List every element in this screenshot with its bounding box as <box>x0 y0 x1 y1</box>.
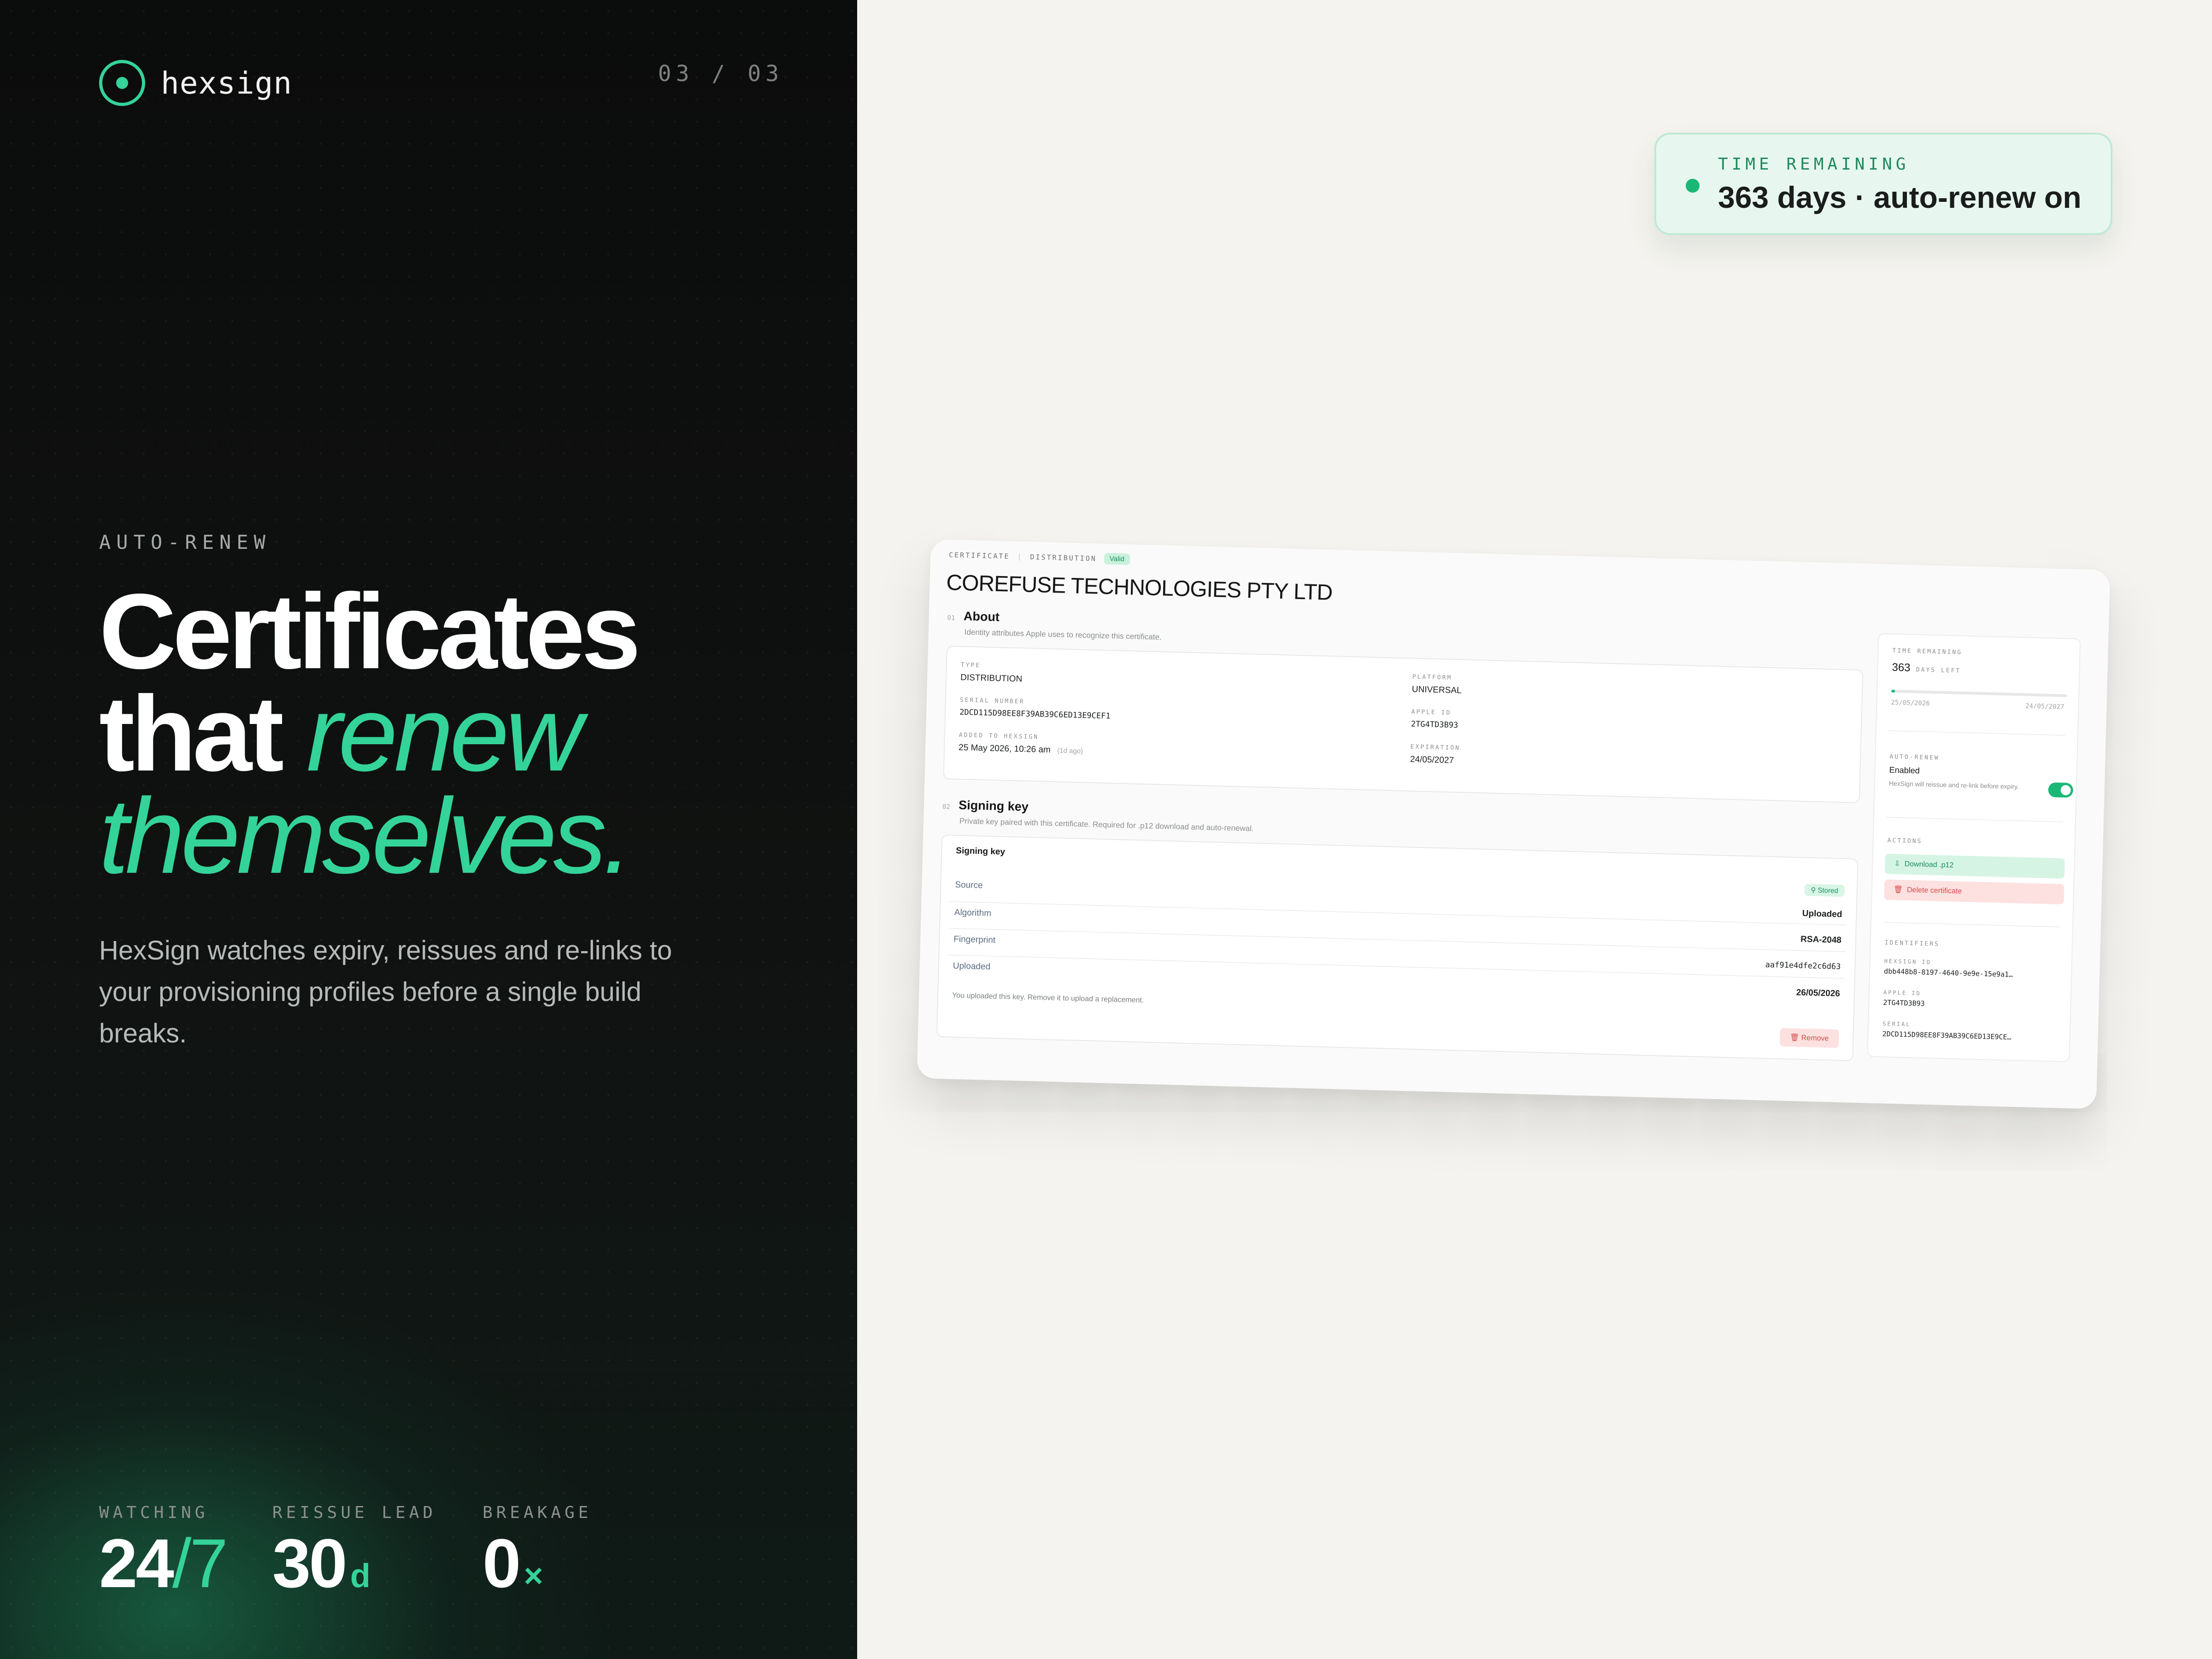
added-value: 25 May 2026, 10:26 am <box>958 742 1051 755</box>
divider <box>1883 922 2060 928</box>
pill-value: 363 days · auto-renew on <box>1718 180 2082 214</box>
stat-suffix: × <box>524 1558 543 1594</box>
days-left-value: 363 <box>1892 661 1911 674</box>
row-key-fingerprint: Fingerprint <box>953 934 996 945</box>
end-date: 24/05/2027 <box>2025 702 2065 711</box>
stat-label: WATCHING <box>99 1503 209 1522</box>
stat-value: 30 <box>272 1524 347 1602</box>
days-left-suffix: DAYS LEFT <box>1916 666 1961 675</box>
expiration-value: 24/05/2027 <box>1410 754 1454 765</box>
headline-accent: renew <box>306 674 583 794</box>
download-p12-button[interactable]: ⇩ Download .p12 <box>1884 853 2065 879</box>
hexsign-id-label: HEXSIGN ID <box>1884 958 1932 966</box>
divider <box>1888 730 2065 736</box>
auto-renew-description: HexSign will reissue and re-link before … <box>1888 779 2019 790</box>
delete-certificate-button[interactable]: 🗑 Delete certificate <box>1884 879 2065 905</box>
section-description: Identity attributes Apple uses to recogn… <box>964 627 1162 642</box>
apple-id-label: APPLE ID <box>1411 708 1452 717</box>
hero-panel: hexsign 03 / 03 AUTO-RENEW Certificates … <box>0 0 857 1659</box>
platform-value: UNIVERSAL <box>1412 684 1462 696</box>
section-number: 02 <box>942 803 950 811</box>
auto-renew-state: Enabled <box>1889 765 1920 776</box>
auto-renew-label: AUTO-RENEW <box>1889 753 1940 762</box>
about-section-header: 01 About <box>947 609 1000 624</box>
signing-key-title: Signing key <box>956 846 1006 857</box>
stat-label: BREAKAGE <box>482 1503 592 1522</box>
serial-label: SERIAL <box>1883 1020 1911 1028</box>
identifiers-label: IDENTIFIERS <box>1884 939 1940 948</box>
about-details: TYPE DISTRIBUTION SERIAL NUMBER 2DCD115D… <box>943 645 1864 803</box>
start-date: 25/05/2026 <box>1891 699 1930 707</box>
row-value-algorithm: RSA-2048 <box>1800 934 1842 946</box>
row-key-uploaded: Uploaded <box>953 961 991 972</box>
signing-key-box: Signing key ⚲ Stored Source Uploaded Alg… <box>936 834 1859 1061</box>
auto-renew-toggle[interactable] <box>2048 782 2073 798</box>
stat-suffix: d <box>350 1558 371 1594</box>
breadcrumb-separator: | <box>1017 552 1023 561</box>
time-progress-fill <box>1891 689 1895 693</box>
headline-line-1: Certificates <box>99 572 641 691</box>
hexsign-logo-icon <box>99 60 145 106</box>
section-title: Signing key <box>958 798 1029 814</box>
status-dot-icon <box>1686 179 1700 193</box>
stat-value: 24 <box>99 1524 174 1602</box>
breadcrumb-certificate[interactable]: CERTIFICATE <box>949 551 1010 560</box>
apple-id-value: 2TG4TD3B93 <box>1883 998 1925 1008</box>
stat-breakage: BREAKAGE 0 × <box>482 1503 592 1611</box>
time-remaining-label: TIME REMAINING <box>1892 647 1963 656</box>
remove-key-button[interactable]: 🗑 Remove <box>1779 1028 1839 1048</box>
headline: Certificates that renew themselves. <box>99 572 641 896</box>
time-remaining-pill: TIME REMAINING 363 days · auto-renew on <box>1654 133 2112 235</box>
added-ago: (1d ago) <box>1057 747 1083 755</box>
pill-label: TIME REMAINING <box>1718 155 1910 174</box>
page-title: COREFUSE TECHNOLOGIES PTY LTD <box>946 570 1333 605</box>
time-progress-bar <box>1891 689 2068 697</box>
signing-note: You uploaded this key. Remove it to uplo… <box>952 991 1144 1005</box>
headline-line-3: themselves. <box>99 777 633 896</box>
signing-section-header: 02 Signing key <box>942 798 1029 814</box>
apple-id-value: 2TG4TD3B93 <box>1411 719 1459 730</box>
divider <box>950 901 1847 926</box>
row-value-source: Uploaded <box>1802 908 1842 920</box>
row-key-source: Source <box>955 880 983 891</box>
certificate-card: CERTIFICATE | DISTRIBUTION Valid COREFUS… <box>917 539 2111 1109</box>
divider <box>1886 817 2063 823</box>
serial-value: 2DCD115D98EE8F39AB39C6ED13E9CE… <box>1882 1030 2012 1041</box>
platform-label: PLATFORM <box>1412 673 1453 682</box>
section-description: Private key paired with this certificate… <box>959 816 1254 833</box>
row-value-uploaded: 26/05/2026 <box>1796 988 1841 999</box>
actions-label: ACTIONS <box>1887 837 1923 845</box>
section-number: 01 <box>947 614 955 622</box>
stored-badge: ⚲ Stored <box>1804 883 1845 897</box>
row-key-algorithm: Algorithm <box>954 907 992 918</box>
brand[interactable]: hexsign <box>99 60 292 106</box>
stats: WATCHING 24/7 REISSUE LEAD 30 d BREAKAGE … <box>99 1503 638 1611</box>
status-badge: Valid <box>1104 553 1130 565</box>
certificate-sidebar: TIME REMAINING 363 DAYS LEFT 25/05/2026 … <box>1867 633 2081 1063</box>
breadcrumb: CERTIFICATE | DISTRIBUTION Valid <box>949 549 1130 565</box>
brand-name: hexsign <box>161 65 293 101</box>
serial-label: SERIAL NUMBER <box>959 696 1025 706</box>
divider <box>948 954 1845 979</box>
divider <box>949 928 1846 953</box>
type-label: TYPE <box>960 661 981 669</box>
stat-value: 0 <box>482 1524 521 1602</box>
type-value: DISTRIBUTION <box>960 672 1023 684</box>
expiration-label: EXPIRATION <box>1410 743 1460 752</box>
row-value-fingerprint: aaf91e4dfe2c6d63 <box>1765 960 1841 971</box>
stat-label: REISSUE LEAD <box>272 1503 437 1522</box>
stat-watching: WATCHING 24/7 <box>99 1503 228 1611</box>
headline-line-2: that renew <box>99 674 583 794</box>
slide-pager: 03 / 03 <box>658 61 783 87</box>
breadcrumb-distribution[interactable]: DISTRIBUTION <box>1030 553 1097 563</box>
stat-reissue-lead: REISSUE LEAD 30 d <box>272 1503 436 1611</box>
eyebrow: AUTO-RENEW <box>99 531 271 553</box>
apple-id-label: APPLE ID <box>1883 989 1921 997</box>
hexsign-id-value: dbb448b8-8197-4640-9e9e-15e9a1… <box>1883 967 2013 979</box>
lede: HexSign watches expiry, reissues and re-… <box>99 935 672 1048</box>
stat-suffix: /7 <box>172 1524 228 1602</box>
section-title: About <box>963 609 1000 624</box>
added-label: ADDED TO HEXSIGN <box>959 731 1039 741</box>
serial-value: 2DCD115D98EE8F39AB39C6ED13E9CEF1 <box>959 707 1111 721</box>
